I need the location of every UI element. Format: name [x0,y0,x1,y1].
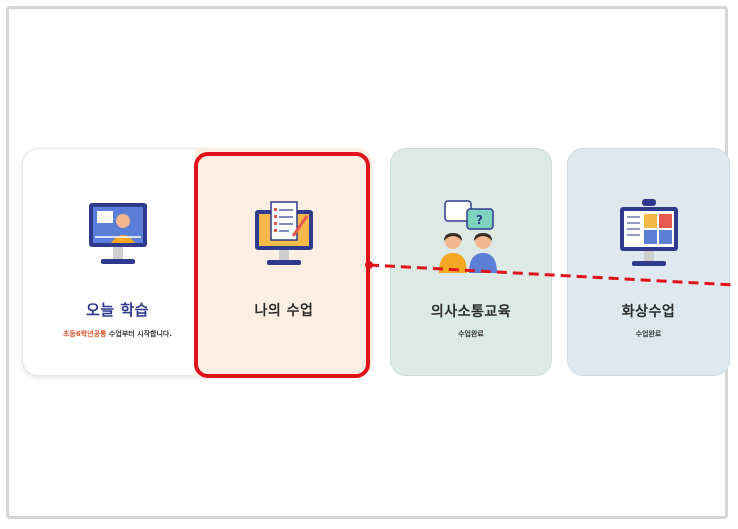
card-subtitle: 초등6학년공통 수업부터 시작합니다. [23,329,212,339]
video-conference-icon [614,197,684,281]
selection-highlight [194,152,370,378]
card-status: 수업완료 [635,330,662,338]
card-today-learning[interactable]: 오늘 학습 초등6학년공통 수업부터 시작합니다. [22,148,212,376]
card-video-class[interactable]: 화상수업 수업완료 [567,148,730,376]
subtitle-highlight: 초등6학년공통 [62,330,107,338]
card-status: 수업완료 [458,330,484,338]
conversation-people-icon: ? [431,197,511,281]
teacher-monitor-icon [83,197,153,281]
svg-text:?: ? [476,213,483,227]
card-title: 의사소통교육 [430,304,512,320]
subtitle-rest: 수업부터 시작합니다. [106,330,172,338]
card-title: 오늘 학습 [86,301,149,319]
card-communication-education[interactable]: ? 의사소통교육 수업완료 [390,148,552,376]
card-title: 화상수업 [621,304,676,320]
